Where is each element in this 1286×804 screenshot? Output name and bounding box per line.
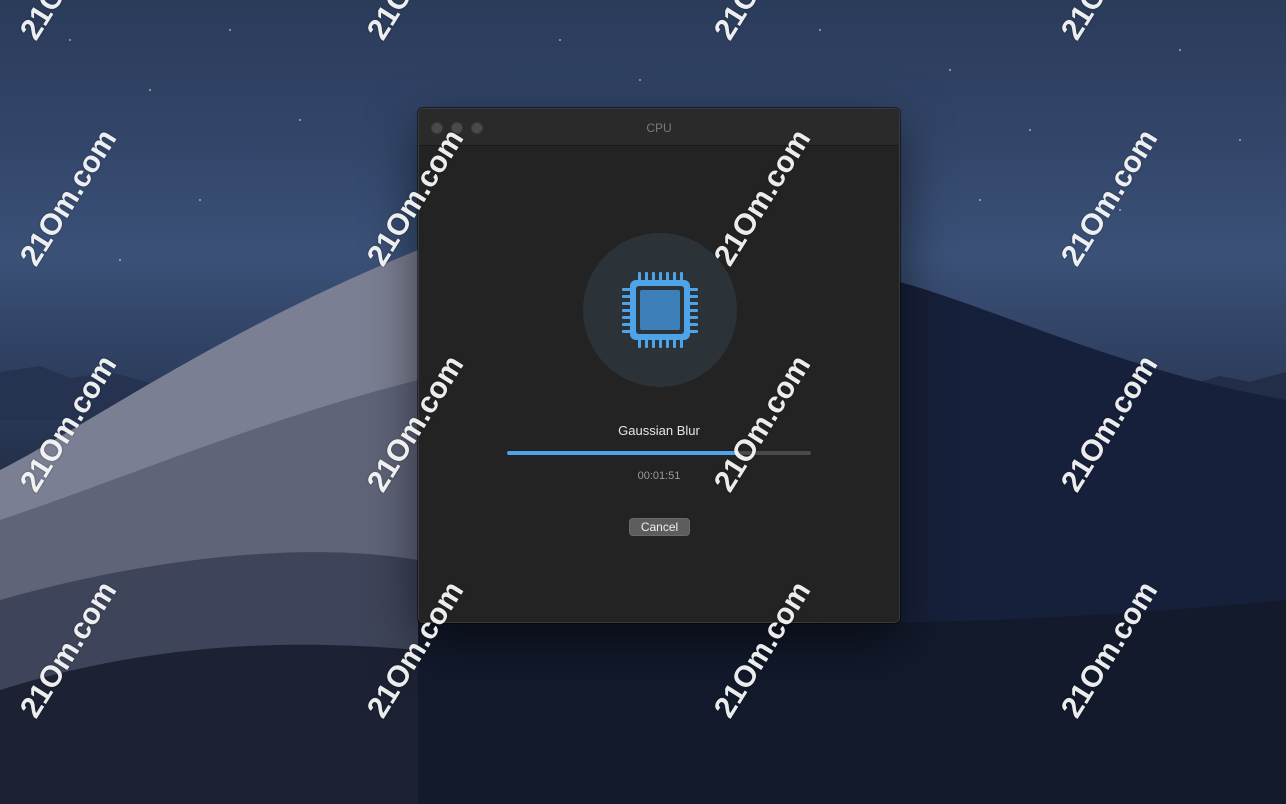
cpu-icon-badge [583,233,737,387]
elapsed-time: 00:01:51 [637,470,681,482]
task-name-label: Gaussian Blur [618,423,700,438]
progress-bar-fill [507,451,739,455]
window-title: CPU [646,121,672,135]
window-titlebar[interactable]: CPU [419,109,899,146]
cpu-chip-icon [622,272,698,348]
cpu-progress-window: CPU Gaussian Blur 00:01:51 Cancel [418,108,900,623]
cancel-button[interactable]: Cancel [629,518,690,536]
progress-bar [507,451,811,455]
